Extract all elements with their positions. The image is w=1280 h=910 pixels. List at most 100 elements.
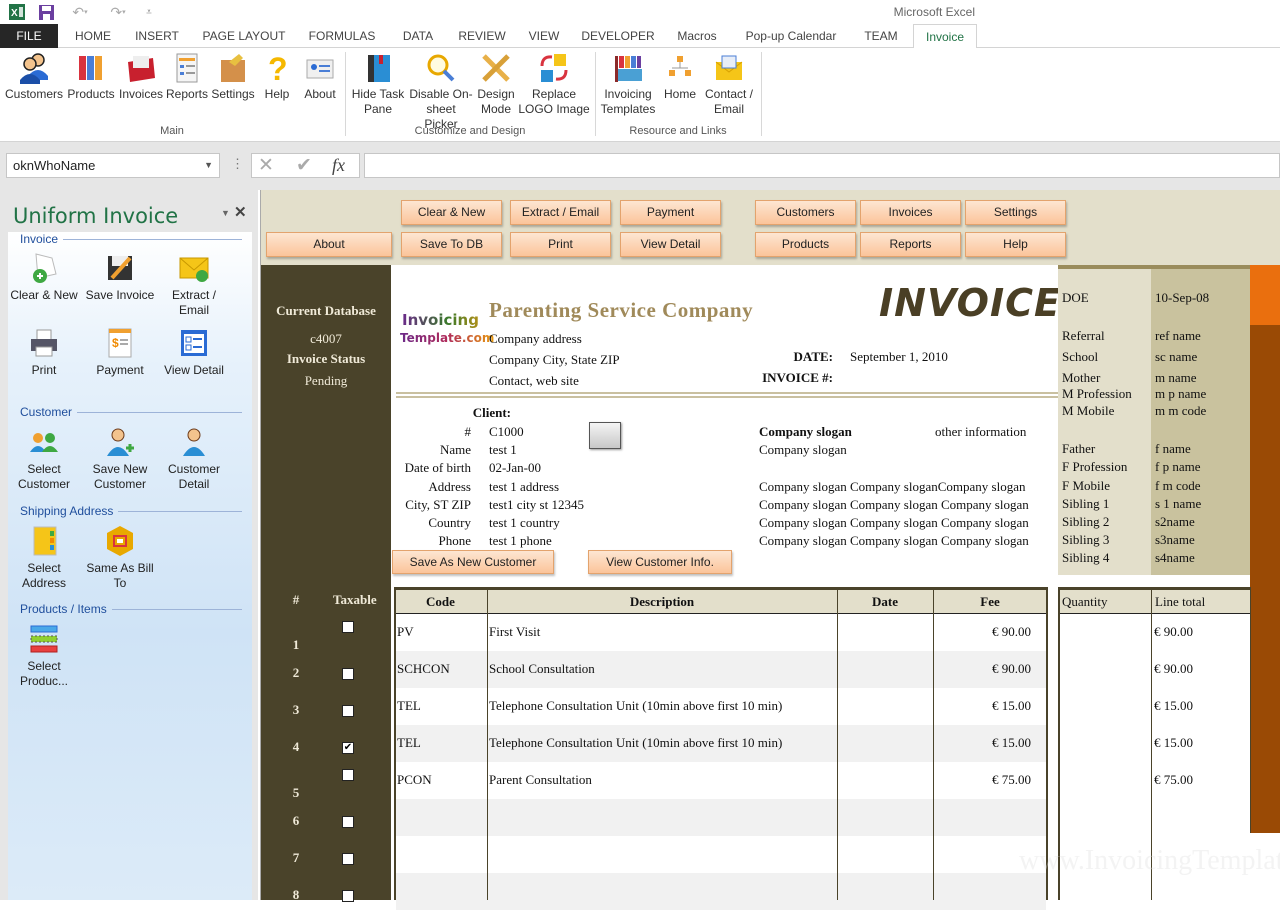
chevron-down-icon[interactable]: ▼ xyxy=(204,154,213,177)
taxable-checkbox[interactable] xyxy=(342,769,354,781)
pane-save-new-customer[interactable]: Save New Customer xyxy=(82,426,158,492)
pane-extract-email[interactable]: Extract / Email xyxy=(156,252,232,318)
pane-select-customer[interactable]: Select Customer xyxy=(6,426,82,492)
view-customer-info-button[interactable]: View Customer Info. xyxy=(588,550,732,574)
pane-print[interactable]: Print xyxy=(6,327,82,378)
cancel-icon[interactable]: ✕ xyxy=(258,154,274,177)
tab-view[interactable]: VIEW xyxy=(522,24,566,48)
taxable-checkbox[interactable] xyxy=(342,890,354,902)
enter-icon[interactable]: ✔ xyxy=(296,154,312,177)
tab-developer[interactable]: DEVELOPER xyxy=(578,24,658,48)
ribbon-invoices-button[interactable]: Invoices xyxy=(118,52,164,102)
extra-info-value[interactable]: s4name xyxy=(1155,550,1195,566)
formula-input[interactable] xyxy=(364,153,1280,178)
taxable-checkbox[interactable] xyxy=(342,621,354,633)
extra-info-value[interactable]: sc name xyxy=(1155,349,1197,365)
formula-bar-grip-icon[interactable]: ⋮ xyxy=(231,156,244,172)
ribbon-disable-picker-button[interactable]: Disable On-sheet Picker xyxy=(408,52,474,132)
client-field-value[interactable]: test 1 phone xyxy=(489,533,552,549)
date-value[interactable]: September 1, 2010 xyxy=(850,349,948,365)
client-field-value[interactable]: test 1 xyxy=(489,442,517,458)
cell-fee[interactable]: € 15.00 xyxy=(933,735,1031,751)
tab-home[interactable]: HOME xyxy=(66,24,120,48)
client-picker-button[interactable] xyxy=(589,422,621,449)
taxable-checkbox[interactable] xyxy=(342,853,354,865)
cell-description[interactable]: Telephone Consultation Unit (10min above… xyxy=(489,735,782,751)
undo-icon[interactable]: ↶ ▾ xyxy=(66,3,94,21)
ribbon-invoicing-templates-button[interactable]: Invoicing Templates xyxy=(598,52,658,117)
tab-page-layout[interactable]: PAGE LAYOUT xyxy=(196,24,292,48)
extra-info-value[interactable]: m m code xyxy=(1155,403,1206,419)
extra-info-value[interactable]: s3name xyxy=(1155,532,1195,548)
cell-line-total[interactable]: € 15.00 xyxy=(1154,735,1193,751)
payment-button[interactable]: Payment xyxy=(620,200,721,225)
ribbon-contact-email-button[interactable]: Contact / Email xyxy=(702,52,756,117)
extra-info-value[interactable]: s2name xyxy=(1155,514,1195,530)
taxable-checkbox[interactable] xyxy=(342,668,354,680)
extra-info-value[interactable]: f m code xyxy=(1155,478,1200,494)
ribbon-reports-button[interactable]: Reports xyxy=(166,52,208,102)
tab-data[interactable]: DATA xyxy=(392,24,444,48)
cell-code[interactable]: PV xyxy=(397,624,414,640)
cell-line-total[interactable]: € 90.00 xyxy=(1154,624,1193,640)
tab-review[interactable]: REVIEW xyxy=(452,24,512,48)
extract-email-button[interactable]: Extract / Email xyxy=(510,200,611,225)
save-as-new-customer-button[interactable]: Save As New Customer xyxy=(392,550,554,574)
help-button[interactable]: Help xyxy=(965,232,1066,257)
customers-button[interactable]: Customers xyxy=(755,200,856,225)
about-button[interactable]: About xyxy=(266,232,392,257)
taxable-checkbox[interactable] xyxy=(342,705,354,717)
ribbon-replace-logo-button[interactable]: Replace LOGO Image xyxy=(518,52,590,117)
cell-description[interactable]: First Visit xyxy=(489,624,540,640)
cell-description[interactable]: Telephone Consultation Unit (10min above… xyxy=(489,698,782,714)
invoices-button[interactable]: Invoices xyxy=(860,200,961,225)
tab-file[interactable]: FILE xyxy=(0,24,58,48)
settings-button[interactable]: Settings xyxy=(965,200,1066,225)
pane-view-detail[interactable]: View Detail xyxy=(156,327,232,378)
tab-macros[interactable]: Macros xyxy=(668,24,726,48)
pane-save-invoice[interactable]: Save Invoice xyxy=(82,252,158,303)
tab-invoice[interactable]: Invoice xyxy=(913,24,977,49)
extra-info-value[interactable]: m name xyxy=(1155,370,1197,386)
ribbon-settings-button[interactable]: Settings xyxy=(210,52,256,102)
taxable-checkbox[interactable] xyxy=(342,816,354,828)
cell-line-total[interactable]: € 75.00 xyxy=(1154,772,1193,788)
redo-icon[interactable]: ↷ ▾ xyxy=(104,3,132,21)
tab-insert[interactable]: INSERT xyxy=(128,24,186,48)
clear-new-button[interactable]: Clear & New xyxy=(401,200,502,225)
ribbon-help-button[interactable]: ? Help xyxy=(258,51,296,102)
cell-description[interactable]: Parent Consultation xyxy=(489,772,592,788)
ribbon-about-button[interactable]: About xyxy=(298,52,342,102)
pane-same-as-bill[interactable]: Same As Bill To xyxy=(82,525,158,591)
tab-team[interactable]: TEAM xyxy=(856,24,906,48)
extra-info-value[interactable]: f p name xyxy=(1155,459,1200,475)
pane-select-address[interactable]: Select Address xyxy=(6,525,82,591)
view-detail-button[interactable]: View Detail xyxy=(620,232,721,257)
client-field-value[interactable]: test1 city st 12345 xyxy=(489,497,584,513)
name-box[interactable]: oknWhoName ▼ xyxy=(6,153,220,178)
reports-button[interactable]: Reports xyxy=(860,232,961,257)
cell-code[interactable]: TEL xyxy=(397,698,421,714)
client-field-value[interactable]: test 1 address xyxy=(489,479,559,495)
cell-line-total[interactable]: € 90.00 xyxy=(1154,661,1193,677)
extra-info-value[interactable]: s 1 name xyxy=(1155,496,1201,512)
extra-info-value[interactable]: m p name xyxy=(1155,386,1206,402)
products-button[interactable]: Products xyxy=(755,232,856,257)
save-icon[interactable] xyxy=(36,3,56,21)
close-icon[interactable]: ✕ xyxy=(234,203,247,221)
ribbon-customers-button[interactable]: Customers xyxy=(4,52,64,102)
client-field-value[interactable]: C1000 xyxy=(489,424,524,440)
ribbon-hide-task-pane-button[interactable]: Hide Task Pane xyxy=(350,52,406,117)
ribbon-design-mode-button[interactable]: Design Mode xyxy=(476,52,516,117)
client-field-value[interactable]: 02-Jan-00 xyxy=(489,460,541,476)
cell-code[interactable]: PCON xyxy=(397,772,432,788)
cell-code[interactable]: TEL xyxy=(397,735,421,751)
cell-fee[interactable]: € 90.00 xyxy=(933,624,1031,640)
ribbon-products-button[interactable]: Products xyxy=(66,52,116,102)
extra-info-value[interactable]: f name xyxy=(1155,441,1191,457)
client-field-value[interactable]: test 1 country xyxy=(489,515,560,531)
cell-fee[interactable]: € 75.00 xyxy=(933,772,1031,788)
customize-qat-icon[interactable]: ⩡ xyxy=(142,3,156,21)
cell-code[interactable]: SCHCON xyxy=(397,661,450,677)
cell-fee[interactable]: € 15.00 xyxy=(933,698,1031,714)
